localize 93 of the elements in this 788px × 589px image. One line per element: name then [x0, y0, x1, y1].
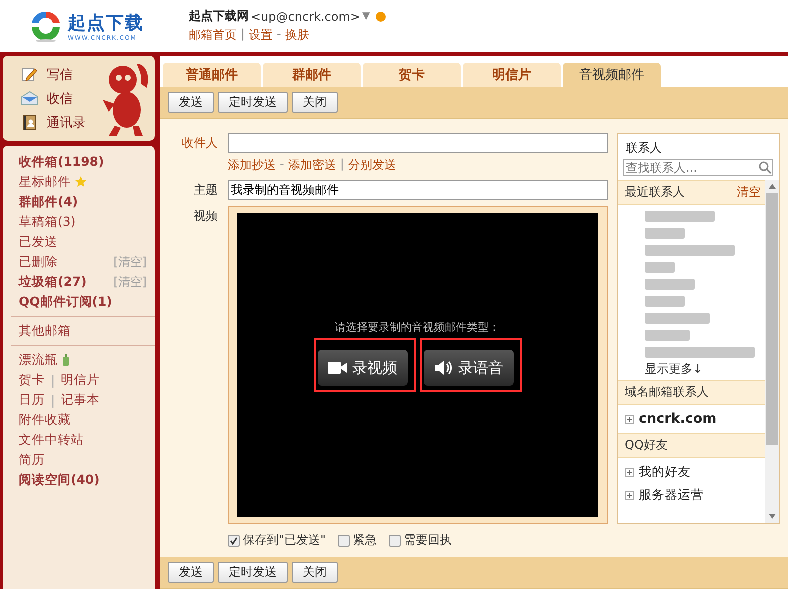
- sidebar-action[interactable]: 通讯录: [21, 114, 155, 132]
- tab[interactable]: 明信片: [463, 63, 561, 87]
- redacted-contact: [645, 228, 685, 239]
- recipient-field[interactable]: [228, 133, 608, 153]
- toolbar-button[interactable]: 关闭: [292, 562, 338, 583]
- tab[interactable]: 群邮件: [263, 63, 361, 87]
- folder-link[interactable]: 收件箱(1198): [19, 154, 104, 170]
- bottle-icon: [62, 354, 70, 366]
- envelope-icon: [21, 90, 39, 108]
- toolbar-button[interactable]: 发送: [168, 562, 214, 583]
- contact-group[interactable]: 服务器运营: [618, 484, 765, 507]
- folder-link[interactable]: 记事本: [61, 392, 100, 408]
- record-button[interactable]: 录语音: [424, 350, 514, 386]
- recorder-prompt: 请选择要录制的音视频邮件类型：: [335, 320, 500, 335]
- folder-link[interactable]: 阅读空间(40): [19, 472, 100, 488]
- subject-label: 主题: [193, 182, 218, 199]
- tab[interactable]: 音视频邮件: [563, 63, 661, 87]
- header-link[interactable]: 设置: [249, 27, 274, 44]
- contacts-title: 联系人: [625, 140, 663, 157]
- redacted-contact: [645, 279, 695, 290]
- section-title: 最近联系人: [625, 184, 685, 201]
- link-separator: -: [277, 27, 282, 43]
- link-separator: |: [51, 372, 56, 388]
- scroll-down-icon: [768, 514, 776, 519]
- check-icon: [230, 536, 238, 544]
- scroll-up-icon: [768, 184, 776, 189]
- folder-link[interactable]: 日历: [19, 392, 45, 408]
- sidebar-action[interactable]: 收信: [21, 90, 155, 108]
- folder-link[interactable]: 其他邮箱: [19, 322, 71, 340]
- sidebar-action[interactable]: 写信: [21, 66, 155, 84]
- checkbox-option[interactable]: 需要回执: [389, 532, 452, 549]
- contact-search-field[interactable]: 查找联系人...: [623, 159, 773, 176]
- folder-link[interactable]: 简历: [19, 452, 45, 468]
- folder-link[interactable]: QQ邮件订阅(1): [19, 294, 112, 310]
- folder-link[interactable]: 草稿箱(3): [19, 214, 76, 230]
- redacted-contact: [645, 211, 715, 222]
- recipient-label: 收件人: [181, 135, 218, 152]
- account-email: <up@cncrk.com>: [251, 10, 360, 24]
- tab[interactable]: 贺卡: [363, 63, 461, 87]
- contact-group[interactable]: cncrk.com: [618, 408, 765, 430]
- folder-link[interactable]: 漂流瓶: [19, 352, 58, 368]
- folder-link[interactable]: 明信片: [61, 372, 100, 388]
- checkbox[interactable]: [228, 534, 240, 546]
- scrollbar-thumb[interactable]: [766, 193, 778, 445]
- redacted-contact: [645, 313, 710, 324]
- dropdown-caret[interactable]: ▼: [362, 11, 370, 22]
- folder-link[interactable]: 群邮件(4): [19, 194, 78, 210]
- checkbox-option[interactable]: 保存到"已发送": [228, 532, 326, 549]
- link-separator: |: [340, 157, 344, 173]
- speaker-icon: [434, 359, 452, 377]
- address-book-icon: [21, 114, 39, 132]
- star-icon: [75, 176, 87, 188]
- toolbar-button[interactable]: 发送: [168, 92, 214, 113]
- folder-link[interactable]: 贺卡: [19, 372, 45, 388]
- show-more-link[interactable]: 显示更多↓: [645, 361, 765, 377]
- redacted-contact: [645, 262, 675, 273]
- toolbar-button[interactable]: 定时发送: [218, 562, 288, 583]
- checkbox-option[interactable]: 紧急: [338, 532, 378, 549]
- cc-link[interactable]: 分别发送: [348, 157, 396, 174]
- subject-field[interactable]: 我录制的音视频邮件: [228, 180, 608, 200]
- camera-icon: [328, 359, 346, 377]
- tab[interactable]: 普通邮件: [163, 63, 261, 87]
- logo-text: 起点下载: [68, 12, 144, 34]
- checkbox[interactable]: [338, 534, 350, 546]
- record-button[interactable]: 录视频: [318, 350, 408, 386]
- account-name: 起点下载网: [189, 8, 249, 25]
- folder-link[interactable]: 垃圾箱(27): [19, 274, 87, 290]
- toolbar-button[interactable]: 定时发送: [218, 92, 288, 113]
- scrollbar[interactable]: [765, 180, 779, 523]
- folder-link[interactable]: 已删除: [19, 254, 58, 270]
- toolbar-button[interactable]: 关闭: [292, 92, 338, 113]
- redacted-contact: [645, 330, 690, 341]
- video-label: 视频: [193, 208, 218, 225]
- section-title: 域名邮箱联系人: [625, 384, 709, 401]
- folder-link[interactable]: 已发送: [19, 234, 58, 250]
- link-separator: |: [241, 27, 246, 43]
- folder-link[interactable]: 星标邮件: [19, 174, 71, 190]
- contact-group[interactable]: 我的好友: [618, 461, 765, 484]
- link-separator: -: [280, 157, 284, 173]
- compose-icon: [21, 66, 39, 84]
- clear-link[interactable]: 清空: [737, 184, 761, 201]
- cc-link[interactable]: 添加抄送: [228, 157, 276, 174]
- search-icon: [758, 161, 772, 174]
- link-separator: |: [51, 392, 56, 408]
- header-link[interactable]: 换肤: [285, 27, 310, 44]
- section-title: QQ好友: [625, 437, 668, 454]
- warning-icon: [376, 12, 386, 22]
- folder-link[interactable]: 附件收藏: [19, 412, 71, 428]
- header-link[interactable]: 邮箱首页: [189, 27, 237, 44]
- cc-link[interactable]: 添加密送: [288, 157, 336, 174]
- redacted-contact: [645, 296, 685, 307]
- folder-link[interactable]: 文件中转站: [19, 432, 84, 448]
- checkbox[interactable]: [389, 534, 402, 546]
